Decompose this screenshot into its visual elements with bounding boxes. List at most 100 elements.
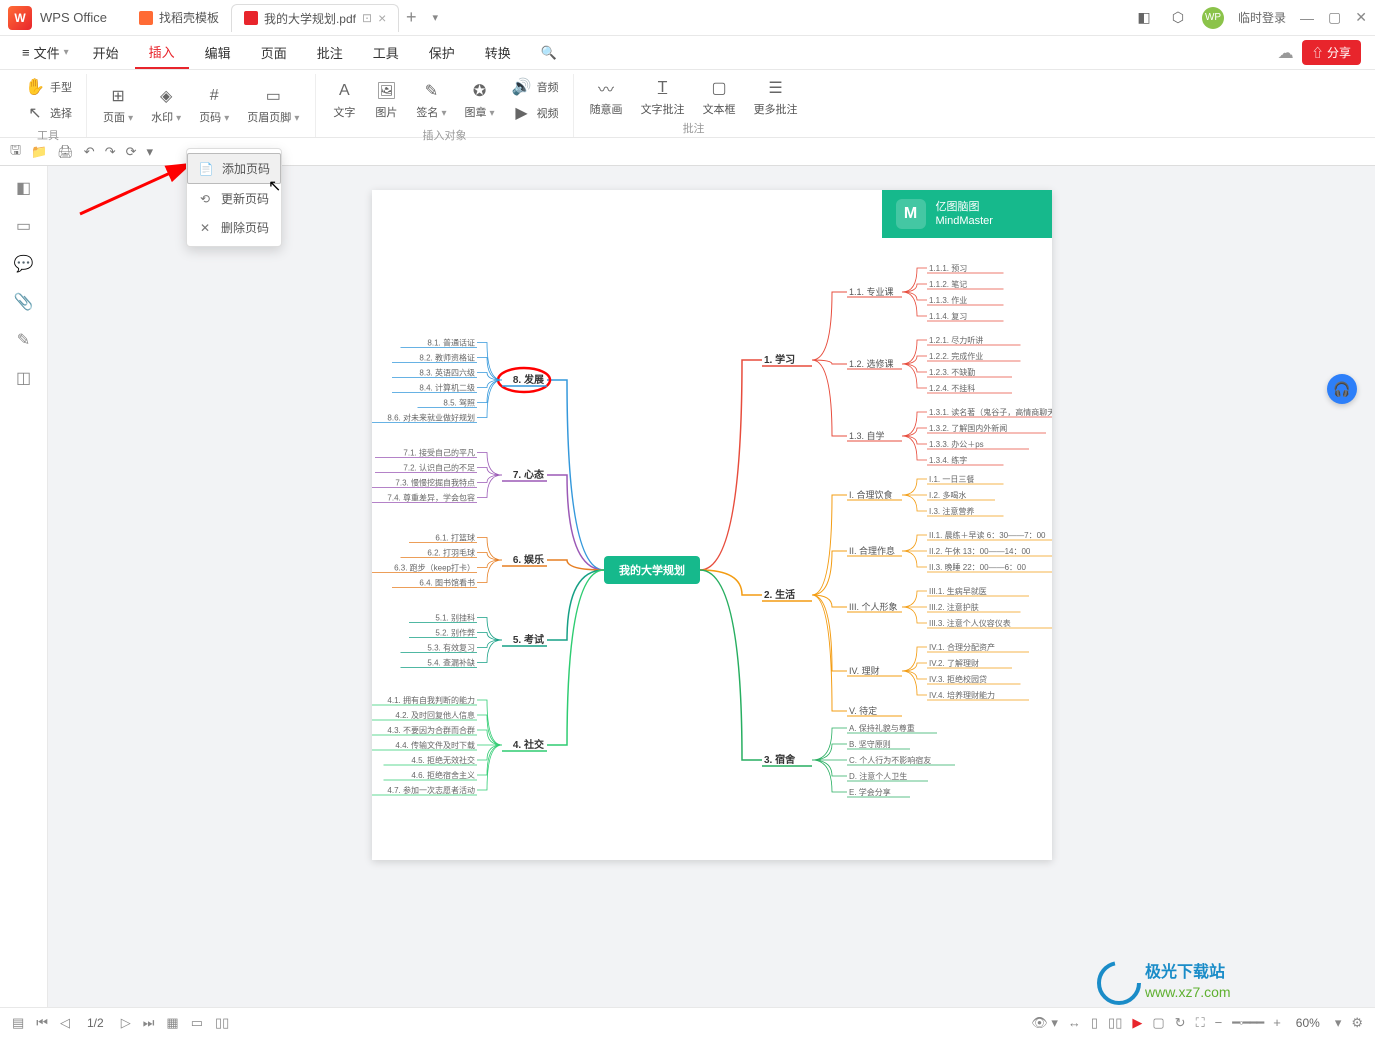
bookmark-icon[interactable]: ◧: [14, 178, 34, 198]
svg-text:6.3. 跑步（keep打卡）: 6.3. 跑步（keep打卡）: [394, 563, 475, 573]
menu-protect[interactable]: 保护: [415, 36, 469, 69]
add-page-number-item[interactable]: 📄 添加页码: [187, 153, 281, 184]
ribbon-group-tools: ✋手型 ↖选择 工具: [10, 74, 87, 137]
eye-icon[interactable]: 👁 ▾: [1031, 1015, 1058, 1031]
print-icon[interactable]: 🖨: [57, 144, 74, 160]
pen-icon[interactable]: ✎: [14, 330, 34, 350]
maximize-button[interactable]: ▢: [1328, 9, 1341, 26]
svg-text:4.7. 参加一次志愿者活动: 4.7. 参加一次志愿者活动: [387, 785, 475, 795]
save-icon[interactable]: 🖫: [10, 141, 21, 163]
svg-text:5.4. 查漏补缺: 5.4. 查漏补缺: [427, 658, 475, 668]
audio-button[interactable]: 🔊音频: [505, 74, 565, 100]
delete-page-number-item[interactable]: ✕ 删除页码: [187, 213, 281, 242]
sidebar-icon[interactable]: ◧: [1134, 8, 1154, 28]
video-button[interactable]: ▶视频: [505, 100, 565, 126]
comment-icon[interactable]: 💬: [14, 254, 34, 274]
attachment-icon[interactable]: 📎: [14, 292, 34, 312]
continuous-icon[interactable]: ▯▯: [1108, 1015, 1122, 1031]
close-button[interactable]: ✕: [1355, 9, 1367, 26]
page-indicator[interactable]: 1/2: [82, 1015, 109, 1031]
svg-text:6. 娱乐: 6. 娱乐: [512, 553, 543, 566]
image-button[interactable]: 🖼图片: [366, 74, 406, 126]
menu-start[interactable]: 开始: [79, 36, 133, 69]
svg-text:7.2. 认识自己的不足: 7.2. 认识自己的不足: [403, 463, 475, 473]
menu-tools[interactable]: 工具: [359, 36, 413, 69]
text-annotate-button[interactable]: T̲文字批注: [633, 74, 693, 119]
select-tool-button[interactable]: ↖选择: [18, 100, 78, 126]
text-button[interactable]: A文字: [324, 74, 364, 126]
cloud-icon[interactable]: ☁: [1278, 43, 1294, 63]
two-page-icon[interactable]: ▯▯: [215, 1015, 229, 1031]
header-footer-button[interactable]: ▭页眉页脚 ▾: [239, 74, 307, 135]
more-annotate-button[interactable]: ☰更多批注: [746, 74, 806, 119]
page-number-dropdown: 📄 添加页码 ⟲ 更新页码 ✕ 删除页码: [186, 148, 282, 247]
rotate-icon[interactable]: ↻: [1175, 1015, 1186, 1031]
page-layout-icon[interactable]: ▯: [1091, 1015, 1098, 1031]
next-page-icon[interactable]: ▷: [121, 1015, 131, 1031]
reading-icon[interactable]: ▭: [191, 1015, 203, 1031]
chevron-down-icon[interactable]: ▾: [1335, 1015, 1342, 1031]
login-text[interactable]: 临时登录: [1238, 9, 1286, 26]
svg-text:1.1.2. 笔记: 1.1.2. 笔记: [929, 279, 967, 289]
svg-text:A. 保持礼貌与尊重: A. 保持礼貌与尊重: [849, 723, 915, 733]
settings-icon[interactable]: ⚙: [1351, 1015, 1363, 1031]
fit-width-icon[interactable]: ↔: [1068, 1015, 1081, 1030]
fullscreen-icon[interactable]: ⛶: [1196, 1015, 1205, 1031]
menu-page[interactable]: 页面: [247, 36, 301, 69]
stamp-button[interactable]: ✪图章 ▾: [456, 74, 502, 126]
freehand-button[interactable]: 〰随意画: [582, 74, 631, 119]
last-page-icon[interactable]: ⏭: [143, 1015, 155, 1031]
zoom-level[interactable]: 60%: [1291, 1015, 1325, 1031]
freehand-icon: 〰: [595, 77, 617, 99]
avatar[interactable]: WP: [1202, 7, 1224, 29]
present-icon[interactable]: ▶: [1132, 1015, 1142, 1031]
prev-page-icon[interactable]: ◁: [60, 1015, 70, 1031]
signature-button[interactable]: ✎签名 ▾: [408, 74, 454, 126]
single-page-icon[interactable]: ▢: [1152, 1015, 1164, 1031]
chevron-down-icon: ▾: [64, 47, 69, 58]
zoom-out-icon[interactable]: −: [1215, 1015, 1223, 1030]
ribbon-group-label: 批注: [582, 119, 806, 137]
thumbnails-icon[interactable]: ▦: [166, 1015, 178, 1031]
svg-text:4. 社交: 4. 社交: [512, 738, 543, 751]
zoom-in-icon[interactable]: +: [1273, 1015, 1281, 1030]
tab-template-store[interactable]: 找稻壳模板: [127, 4, 231, 32]
menu-search[interactable]: 🔍: [527, 36, 571, 69]
tab-dropdown-icon[interactable]: ▾: [423, 11, 447, 24]
image-icon: 🖼: [375, 80, 397, 102]
menu-insert[interactable]: 插入: [135, 36, 189, 69]
tab-document[interactable]: 我的大学规划.pdf ⊡ ×: [231, 4, 399, 32]
share-button[interactable]: ⇧ 分享: [1302, 40, 1361, 65]
svg-text:C. 个人行为不影响宿友: C. 个人行为不影响宿友: [849, 755, 931, 765]
layers-icon[interactable]: ◫: [14, 368, 34, 388]
file-menu[interactable]: ≡ 文件 ▾: [14, 43, 77, 62]
update-page-number-item[interactable]: ⟲ 更新页码: [187, 184, 281, 213]
add-tab-button[interactable]: +: [399, 7, 423, 28]
tab-label: 找稻壳模板: [159, 9, 219, 26]
menu-edit[interactable]: 编辑: [191, 36, 245, 69]
pdf-icon: [244, 11, 258, 25]
outline-icon[interactable]: ▤: [12, 1015, 24, 1031]
svg-text:4.4. 传输文件及时下载: 4.4. 传输文件及时下载: [395, 740, 475, 750]
close-icon[interactable]: ×: [378, 10, 386, 26]
cube-icon[interactable]: ⬡: [1168, 8, 1188, 28]
menu-annotate[interactable]: 批注: [303, 36, 357, 69]
minimize-button[interactable]: —: [1300, 10, 1314, 26]
workspace[interactable]: M 亿图脑图MindMaster 我的大学规划1. 学习1.1. 专业课1.1.…: [48, 166, 1375, 1007]
zoom-slider[interactable]: ━◦━━━: [1232, 1015, 1263, 1031]
textbox-button[interactable]: ▢文本框: [695, 74, 744, 119]
page-button[interactable]: ⊞页面 ▾: [95, 74, 141, 135]
hand-tool-button[interactable]: ✋手型: [18, 74, 78, 100]
tab-pin-icon[interactable]: ⊡: [362, 11, 372, 25]
first-page-icon[interactable]: ⏮: [36, 1015, 48, 1031]
text-icon: A: [333, 80, 355, 102]
thumbnail-icon[interactable]: ▭: [14, 216, 34, 236]
flame-icon: [139, 11, 153, 25]
menu-convert[interactable]: 转换: [471, 36, 525, 69]
cursor-icon: ↖: [24, 102, 46, 124]
page-number-button[interactable]: #页码 ▾: [191, 74, 237, 135]
open-icon[interactable]: 📁: [31, 144, 47, 160]
watermark-button[interactable]: ◈水印 ▾: [143, 74, 189, 135]
cursor-pointer-icon: ↖: [268, 176, 281, 196]
assistant-float-button[interactable]: 🎧: [1327, 374, 1357, 404]
